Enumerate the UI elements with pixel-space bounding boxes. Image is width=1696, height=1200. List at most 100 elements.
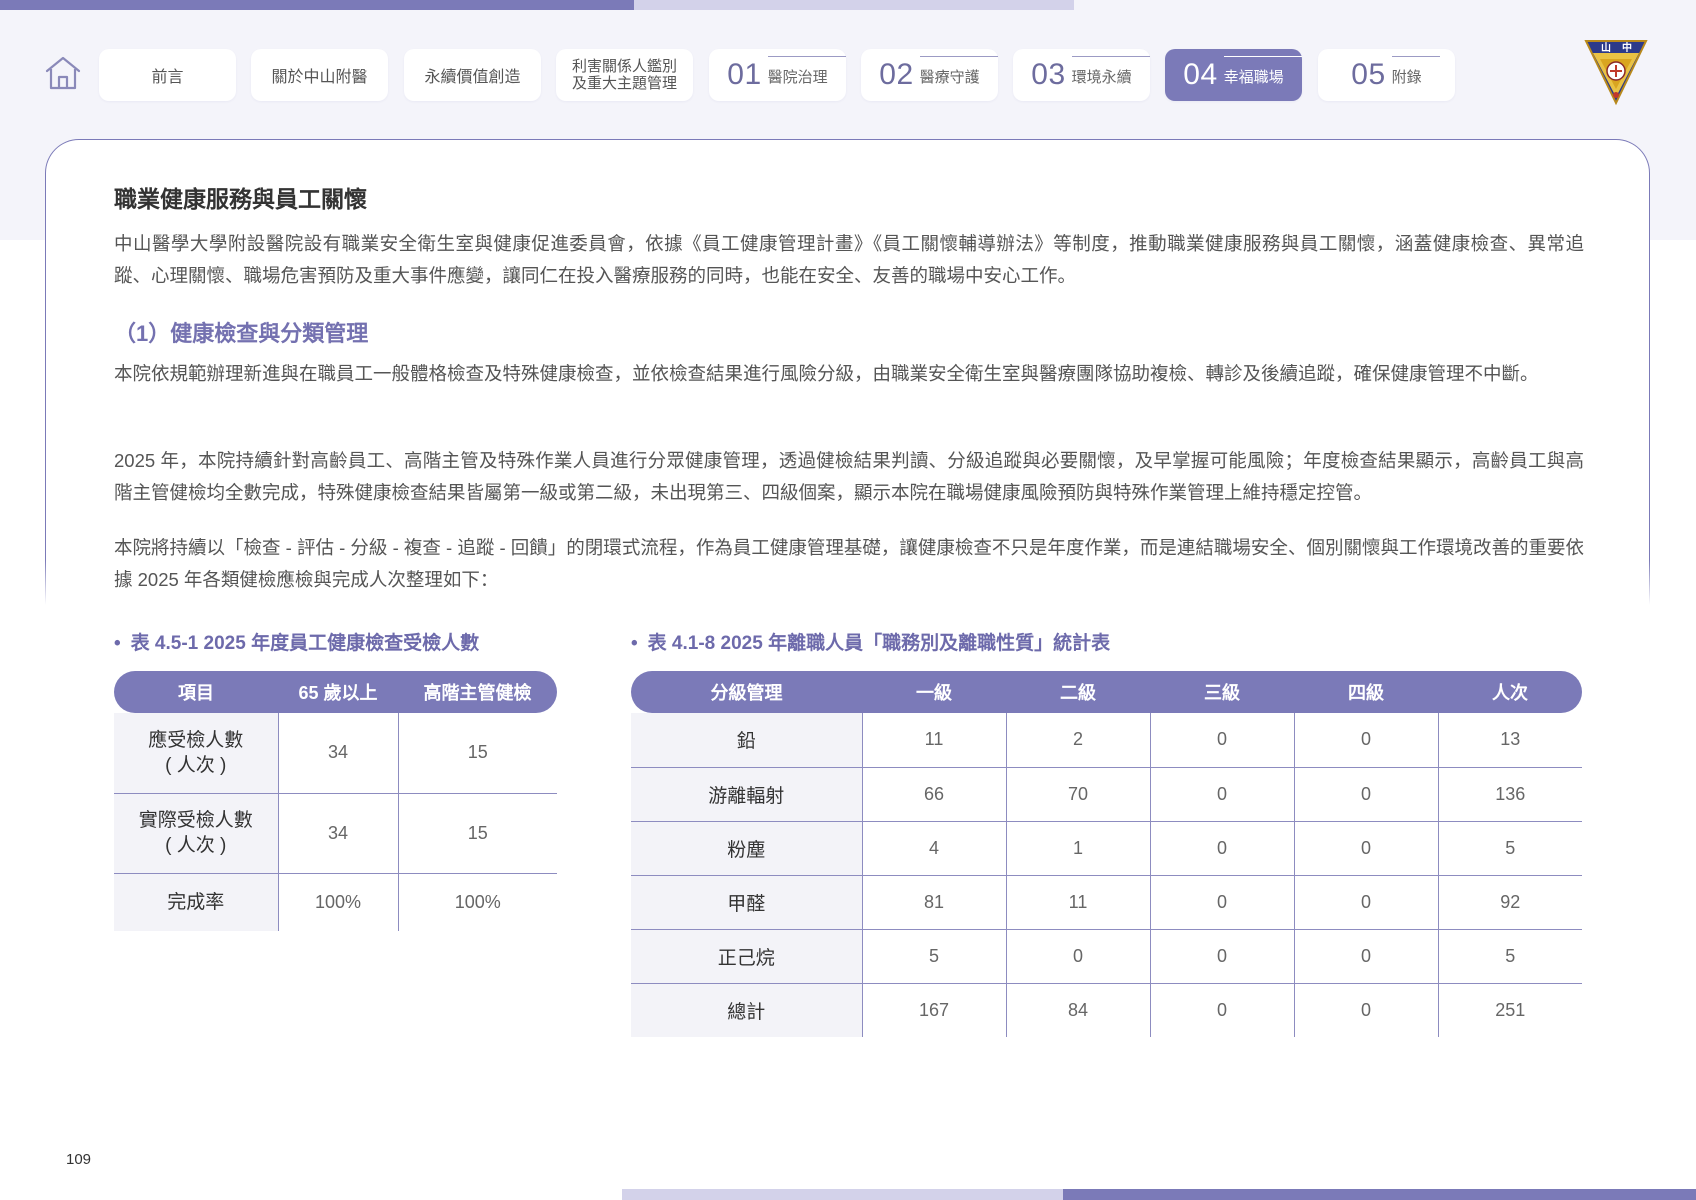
table-row: 粉塵 4 1 0 0 5 (631, 821, 1582, 876)
table-cell: 0 (1293, 929, 1438, 984)
row-header: 總計 (631, 983, 862, 1037)
table-cell: 0 (1293, 983, 1438, 1037)
table-cell: 0 (1149, 875, 1294, 930)
tab-number: 05 (1351, 58, 1386, 91)
table-cell: 66 (861, 767, 1006, 822)
row-label-unit: ( 人次 ) (165, 754, 227, 776)
tab-label: 幸福職場 (1223, 55, 1302, 87)
table-cell: 0 (1293, 821, 1438, 876)
row-label: 應受檢人數 (148, 729, 244, 751)
tab-label: 環境永續 (1071, 55, 1150, 87)
row-header: 粉塵 (631, 821, 862, 876)
tab-preface[interactable]: 前言 (99, 49, 236, 101)
svg-text:中: 中 (1622, 41, 1632, 54)
row-header: 正己烷 (631, 929, 862, 984)
table-row: 甲醛 81 11 0 0 92 (631, 875, 1582, 930)
tab-05-appendix[interactable]: 05 附錄 (1318, 49, 1455, 101)
bullet: • (631, 633, 638, 654)
table-cell: 5 (1437, 929, 1582, 984)
paragraph-1: 本院依規範辦理新進與在職員工一般體格檢查及特殊健康檢查，並依檢查結果進行風險分級… (114, 363, 1539, 384)
table-row: 總計 167 84 0 0 251 (631, 983, 1582, 1037)
header-cell: 四級 (1294, 671, 1438, 713)
bottom-accent-bar-light (622, 1189, 1063, 1200)
tab-label: 醫院治理 (767, 55, 846, 87)
tab-03-environment[interactable]: 03 環境永續 (1013, 49, 1150, 101)
table-header-row: 項目 65 歲以上 高階主管健檢 (114, 671, 557, 713)
tab-label: 附錄 (1391, 55, 1440, 87)
header-cell: 三級 (1150, 671, 1294, 713)
svg-text:山: 山 (1601, 41, 1611, 54)
top-accent-bar-light (634, 0, 1074, 10)
bullet: • (114, 633, 121, 654)
tab-label: 永續價值創造 (424, 69, 521, 86)
row-label: 實際受檢人數 (138, 810, 253, 831)
tab-label: 前言 (151, 69, 184, 86)
tab-label: 關於中山附醫 (271, 69, 368, 86)
tab-number: 02 (879, 58, 914, 91)
table-cell: 15 (397, 713, 557, 794)
header-cell: 人次 (1438, 671, 1582, 713)
table-row: 應受檢人數 ( 人次 ) 34 15 (114, 713, 557, 794)
table-cell: 1 (1005, 821, 1150, 876)
health-check-table: 項目 65 歲以上 高階主管健檢 應受檢人數 ( 人次 ) 34 15 實際受檢… (114, 671, 557, 931)
tab-stakeholders[interactable]: 利害關係人鑑別 及重大主題管理 (556, 49, 693, 101)
table-cell: 2 (1005, 713, 1150, 768)
table-cell: 100% (277, 873, 398, 931)
table-cell: 0 (1149, 713, 1294, 768)
home-icon[interactable] (44, 54, 82, 92)
table-row: 完成率 100% 100% (114, 873, 557, 931)
table-cell: 0 (1293, 875, 1438, 930)
tab-number: 03 (1031, 58, 1066, 91)
table-cell: 0 (1149, 983, 1294, 1037)
special-health-check-table: 分級管理 一級 二級 三級 四級 人次 鉛 11 2 0 0 13 游離輻射 6… (631, 671, 1582, 1037)
tab-number: 04 (1183, 58, 1218, 91)
table-cell: 34 (277, 713, 398, 794)
tab-number: 01 (727, 58, 762, 91)
header-cell: 一級 (862, 671, 1006, 713)
row-header: 完成率 (114, 873, 278, 931)
table-cell: 34 (277, 793, 398, 874)
row-header: 應受檢人數 ( 人次 ) (114, 713, 278, 794)
table-cell: 0 (1005, 929, 1150, 984)
paragraph-3: 本院將持續以「檢查 - 評估 - 分級 - 複查 - 追蹤 - 回饋」的閉環式流… (114, 537, 1584, 590)
table-cell: 81 (861, 875, 1006, 930)
table-cell: 0 (1293, 767, 1438, 822)
row-header: 實際受檢人數 ( 人次 ) (114, 793, 278, 874)
header-cell: 高階主管健檢 (398, 671, 557, 713)
tab-label-line1: 利害關係人鑑別 (571, 58, 677, 75)
table2-caption-text: 表 4.1-8 2025 年離職人員「職務別及離職性質」統計表 (647, 633, 1111, 654)
page-number: 109 (66, 1151, 92, 1168)
bottom-accent-bar (1063, 1189, 1696, 1200)
table-row: 鉛 11 2 0 0 13 (631, 713, 1582, 768)
tab-sustainable-value[interactable]: 永續價值創造 (404, 49, 541, 101)
table-cell: 100% (397, 873, 557, 931)
table-cell: 251 (1437, 983, 1582, 1037)
paragraph-2: 2025 年，本院持續針對高齡員工、高階主管及特殊作業人員進行分眾健康管理，透過… (114, 450, 1584, 503)
section-title: 職業健康服務與員工關懷 (114, 186, 367, 212)
header-cell: 分級管理 (631, 671, 862, 713)
table-cell: 11 (1005, 875, 1150, 930)
table-row: 正己烷 5 0 0 0 5 (631, 929, 1582, 984)
table-cell: 11 (861, 713, 1006, 768)
table-cell: 13 (1437, 713, 1582, 768)
table-cell: 0 (1149, 929, 1294, 984)
table1-caption-text: 表 4.5-1 2025 年度員工健康檢查受檢人數 (130, 633, 480, 654)
table-row: 游離輻射 66 70 0 0 136 (631, 767, 1582, 822)
sub-title: （1）健康檢查與分類管理 (114, 321, 369, 346)
tab-01-governance[interactable]: 01 醫院治理 (709, 49, 846, 101)
table-cell: 4 (861, 821, 1006, 876)
table-cell: 84 (1005, 983, 1150, 1037)
table-cell: 15 (397, 793, 557, 874)
row-header: 鉛 (631, 713, 862, 768)
tab-02-medical-care[interactable]: 02 醫療守護 (861, 49, 998, 101)
table-cell: 92 (1437, 875, 1582, 930)
tab-04-happy-workplace[interactable]: 04 幸福職場 (1165, 49, 1302, 101)
table-cell: 70 (1005, 767, 1150, 822)
table1-caption: • 表 4.5-1 2025 年度員工健康檢查受檢人數 (114, 628, 479, 655)
row-label-unit: ( 人次 ) (165, 835, 227, 856)
hospital-logo: 山 中 (1584, 37, 1648, 107)
table-cell: 5 (861, 929, 1006, 984)
table-cell: 0 (1149, 821, 1294, 876)
tab-about[interactable]: 關於中山附醫 (251, 49, 388, 101)
table-cell: 167 (861, 983, 1006, 1037)
